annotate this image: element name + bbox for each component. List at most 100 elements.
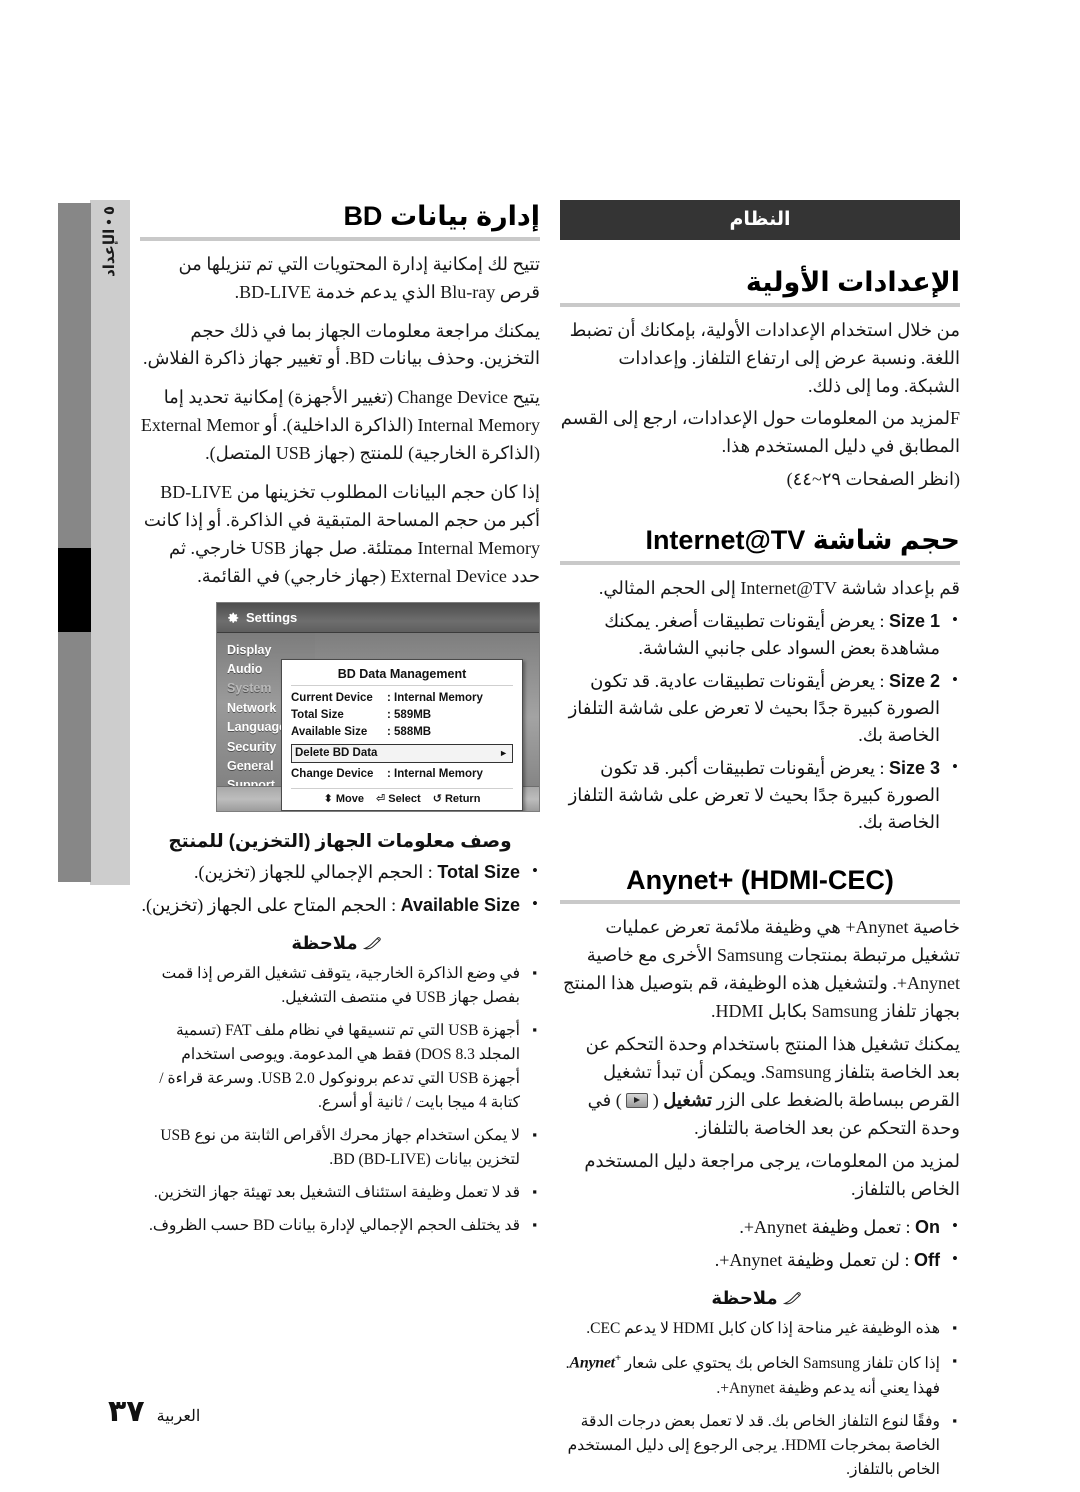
list-item: قد لا تعمل وظيفة استئناف التشغيل بعد تهي… — [140, 1181, 540, 1205]
list-item: On : تعمل وظيفة Anynet+. — [560, 1213, 960, 1241]
note-text-with-logo: إذا كان تلفاز Samsung الخاص بك يحتوي على… — [565, 1352, 940, 1397]
settings-menu-item-display[interactable]: Display — [227, 641, 315, 660]
hint-select: ⏎ Select — [376, 792, 421, 805]
list-item: Available Size : الحجم المتاح على الجهاز… — [140, 891, 540, 919]
gear-icon — [228, 612, 239, 623]
anynet-paragraph-2-text: يمكنك تشغيل هذا المنتج باستخدام وحدة الت… — [585, 1034, 960, 1138]
list-item: Off : لن تعمل وظيفة Anynet+. — [560, 1246, 960, 1274]
anynet-paragraph-3: لمزيد من المعلومات، يرجى مراجعة دليل الم… — [584, 1150, 960, 1199]
dialog-row-change-device[interactable]: Change Device : Internal Memory — [291, 766, 513, 783]
settings-window-title: Settings — [246, 610, 298, 626]
chapter-tab-dark-band — [58, 203, 91, 882]
page-language-label: العربية — [156, 1408, 201, 1425]
play-icon — [626, 1092, 649, 1108]
section-banner-system: النظام — [560, 200, 960, 240]
return-arrow-icon: ↺ — [432, 792, 442, 805]
screen-size-list: Size 1 : يعرض أيقونات تطبيقات أصغر. يمكن… — [560, 607, 960, 836]
note-heading-left: ملاحظة — [140, 933, 540, 954]
dialog-row-current-device: Current Device : Internal Memory — [291, 690, 513, 707]
chapter-tab: ٥ • الإعداد — [58, 200, 130, 885]
chevron-right-icon: ► — [499, 747, 508, 758]
anynet-plus-logo: Anynet+ — [569, 1352, 622, 1372]
dialog-row-label: Change Device — [291, 767, 374, 780]
option-label: On — [915, 1217, 940, 1238]
heading-initial-settings: الإعدادات الأولية — [745, 267, 960, 297]
column-system: النظام الإعدادات الأولية من خلال استخدام… — [560, 200, 960, 1492]
column-bd-data-management: إدارة بيانات BD تتيح لك إمكانية إدارة ال… — [140, 200, 540, 1248]
list-item: في وضع الذاكرة الخارجية، يتوقف تشغيل الق… — [140, 962, 540, 1010]
note-list-right: هذه الوظيفة غير مناحة إذا كان كابل HDMI … — [560, 1317, 960, 1481]
chapter-tab-marker — [58, 548, 91, 632]
device-info-heading: وصف معلومات الجهاز (التخزين) للمنتج — [168, 829, 512, 851]
dialog-row-value: : Internal Memory — [387, 691, 483, 704]
bd-data-management-dialog: BD Data Management Current Device : Inte… — [281, 658, 523, 811]
initial-settings-page-ref: (انظر الصفحات ٢٩~٤٤) — [786, 469, 960, 490]
chapter-tab-label: ٥ • الإعداد — [92, 206, 128, 436]
list-item: وفقًا لنوع التلفاز الخاص بك. قد لا تعمل … — [560, 1410, 960, 1482]
enter-key-icon: ⏎ — [375, 792, 386, 805]
list-item: Size 2 : يعرض أيقونات تطبيقات عادية. قد … — [560, 667, 960, 749]
pencil-icon — [782, 1292, 801, 1305]
list-item: Total Size : الحجم الإجمالي للجهاز (تخزي… — [140, 858, 540, 886]
option-label: Total Size — [437, 861, 520, 882]
bd-paragraph-1: تتيح لك إمكانية إدارة المحتويات التي تم … — [178, 253, 540, 302]
screen-size-intro: قم بإعداد شاشة Internet@TV إلى الحجم الم… — [598, 577, 960, 598]
pencil-icon — [362, 936, 381, 949]
dialog-hint-bar: ⬍ Move ⏎ Select ↺ Return — [291, 787, 513, 805]
option-label: Size 2 — [888, 670, 940, 691]
dialog-row-available-size: Available Size : 588MB — [291, 724, 513, 741]
settings-screenshot: Settings Display Audio System Network La… — [216, 601, 540, 812]
list-item: قد يختلف الحجم الإجمالي لإدارة بيانات BD… — [140, 1214, 540, 1238]
dialog-row-value: : Internal Memory — [387, 767, 483, 780]
page-footer: ٣٧ العربية — [108, 1394, 200, 1429]
hint-return-label: Return — [444, 792, 481, 805]
note-heading-label: ملاحظة — [711, 1288, 778, 1309]
hint-move-label: Move — [335, 792, 364, 805]
dialog-row-label: Total Size — [291, 708, 344, 721]
dialog-row-value: : 588MB — [387, 725, 432, 738]
option-label: Size 3 — [888, 757, 940, 778]
note-list-left: في وضع الذاكرة الخارجية، يتوقف تشغيل الق… — [140, 962, 540, 1238]
bd-paragraph-2: يمكنك مراجعة معلومات الجهاز بما في ذلك ح… — [142, 320, 540, 369]
dialog-title: BD Data Management — [291, 666, 513, 686]
settings-titlebar: Settings — [217, 602, 539, 633]
option-label: Off — [914, 1250, 940, 1271]
page-number: ٣٧ — [108, 1395, 145, 1428]
heading-rule-initial-settings — [560, 302, 960, 307]
option-label: Available Size — [400, 894, 520, 915]
list-item: هذه الوظيفة غير مناحة إذا كان كابل HDMI … — [560, 1317, 960, 1341]
dialog-row-total-size: Total Size : 589MB — [291, 707, 513, 724]
anynet-paragraph-2: يمكنك تشغيل هذا المنتج باستخدام وحدة الت… — [560, 1031, 960, 1143]
note-heading-label: ملاحظة — [291, 932, 358, 953]
hint-select-label: Select — [388, 792, 421, 805]
dialog-row-label: Delete BD Data — [295, 746, 378, 759]
list-item: لا يمكن استخدام جهاز محرك الأقراص الثابت… — [140, 1124, 540, 1172]
initial-settings-paragraph-1: من خلال استخدام الإعدادات الأولية، بإمكا… — [569, 319, 960, 396]
heading-rule-anynet — [560, 900, 960, 905]
option-label: Size 1 — [888, 610, 940, 631]
note-heading-right: ملاحظة — [560, 1288, 960, 1309]
updown-arrow-icon: ⬍ — [323, 792, 333, 805]
bd-paragraph-3: يتيح Change Device (تغيير الأجهزة) إمكان… — [140, 387, 540, 464]
hint-return: ↺ Return — [433, 792, 481, 805]
hint-move: ⬍ Move — [324, 792, 364, 805]
initial-settings-paragraph-2: Fلمزيد من المعلومات حول الإعدادات، ارجع … — [560, 408, 960, 457]
list-item: Size 3 : يعرض أيقونات تطبيقات أكبر. قد ت… — [560, 754, 960, 836]
dialog-row-value: : 589MB — [387, 708, 432, 721]
dialog-row-label: Current Device — [291, 691, 373, 704]
anynet-paragraph-1: خاصية Anynet+ هي وظيفة ملائمة تعرض عمليا… — [562, 917, 960, 1022]
device-info-list: Total Size : الحجم الإجمالي للجهاز (تخزي… — [140, 858, 540, 919]
heading-rule-screen-size — [560, 560, 960, 565]
anynet-plus-superscript: + — [614, 1352, 621, 1365]
heading-anynet: Anynet+ (HDMI-CEC) — [626, 864, 894, 895]
dialog-row-label: Available Size — [291, 725, 368, 738]
bd-paragraph-4: إذا كان حجم البيانات المطلوب تخزينها من … — [143, 481, 540, 586]
heading-screen-size: حجم شاشة Internet@TV — [645, 525, 960, 556]
anynet-option-list: On : تعمل وظيفة Anynet+. Off : لن تعمل و… — [560, 1213, 960, 1274]
play-button-label: تشغيل — [663, 1089, 713, 1110]
chapter-tab-label-text: ٥ • الإعداد — [101, 206, 118, 277]
list-item: Size 1 : يعرض أيقونات تطبيقات أصغر. يمكن… — [560, 607, 960, 662]
title-rule — [140, 236, 540, 241]
dialog-row-delete-bd-data[interactable]: Delete BD Data ► — [291, 743, 513, 763]
list-item: أجهزة USB التي تم تنسيقها في نظام ملف FA… — [140, 1019, 540, 1115]
